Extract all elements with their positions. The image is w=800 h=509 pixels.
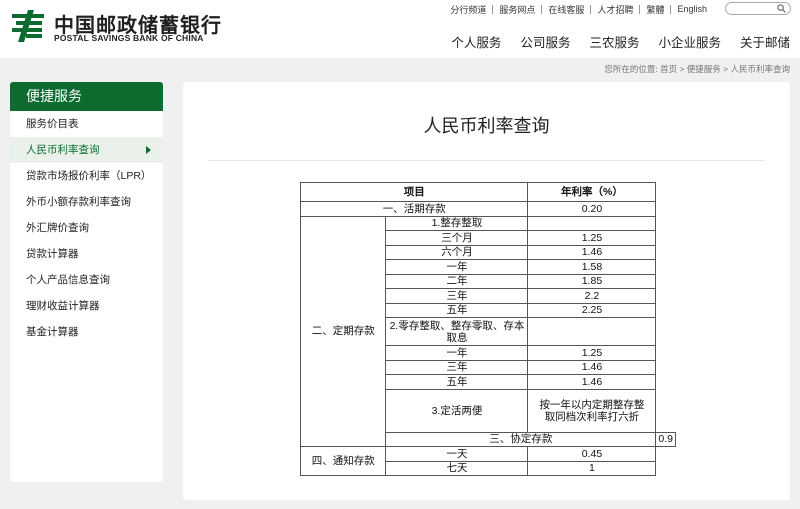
search-icon[interactable]: [777, 4, 786, 13]
sidebar-item-label: 基金计算器: [26, 326, 79, 338]
sidebar-item-label: 服务价目表: [26, 118, 79, 130]
row-term: 六个月: [385, 244, 529, 260]
top-links: 分行频道 服务网点 在线客服 人才招聘 繁體 English: [444, 2, 713, 16]
search-input[interactable]: [725, 2, 791, 15]
table-row: 一、活期存款 0.20: [299, 201, 676, 217]
sidebar-item-wealth-calculator[interactable]: 理财收益计算器: [10, 293, 163, 319]
row-term: 五年: [385, 302, 529, 318]
row-term: 二年: [385, 273, 529, 289]
sidebar: 便捷服务 服务价目表 人民币利率查询 贷款市场报价利率（LPR） 外币小额存款利…: [10, 82, 163, 482]
row-sub-label: 3.定活两便: [385, 388, 529, 433]
link-careers[interactable]: 人才招聘: [591, 3, 639, 16]
bank-logo[interactable]: 中国邮政储蓄银行 POSTAL SAVINGS BANK OF CHINA: [10, 8, 221, 48]
sidebar-item-label: 外汇牌价查询: [26, 222, 89, 234]
nav-small-business-services[interactable]: 小企业服务: [658, 32, 721, 51]
row-sub-label: 1.整存整取: [385, 215, 529, 231]
sidebar-item-label: 人民币利率查询: [26, 144, 100, 156]
row-rate: 1.85: [527, 273, 657, 289]
row-sub-label: 2.零存整取、整存零取、存本取息: [385, 317, 529, 346]
sidebar-item-lpr[interactable]: 贷款市场报价利率（LPR）: [10, 163, 163, 189]
row-term: 一年: [385, 345, 529, 361]
nav-corporate-services[interactable]: 公司服务: [520, 32, 570, 51]
row-term: 一天: [385, 446, 529, 462]
link-traditional-chinese[interactable]: 繁體: [640, 3, 670, 16]
sidebar-item-label: 贷款计算器: [26, 248, 79, 260]
header-item: 项目: [299, 182, 529, 202]
rate-table: 项目 年利率（%） 一、活期存款 0.20 二、定期存款 1.整存整取 三个月 1…: [299, 182, 676, 476]
row-rate: 1.25: [527, 230, 657, 246]
row-rate: [527, 215, 657, 231]
nav-rural-services[interactable]: 三农服务: [589, 32, 639, 51]
sidebar-item-product-info[interactable]: 个人产品信息查询: [10, 267, 163, 293]
row-rate: 1: [527, 460, 657, 476]
divider: [208, 160, 765, 161]
row-term: 三年: [385, 288, 529, 304]
sidebar-title: 便捷服务: [10, 82, 163, 111]
row-rate: 2.2: [527, 288, 657, 304]
row-group-label: 四、通知存款: [299, 446, 387, 476]
sidebar-item-label: 个人产品信息查询: [26, 274, 110, 286]
row-term: 七天: [385, 460, 529, 476]
row-rate: 0.9: [655, 431, 676, 447]
row-rate: 1.46: [527, 244, 657, 260]
row-rate: 按一年以内定期整存整取同档次利率打六折: [527, 388, 657, 433]
nav-about[interactable]: 关于邮储: [740, 32, 790, 51]
link-branch-channel[interactable]: 分行频道: [444, 3, 492, 16]
row-label: 三、协定存款: [385, 431, 657, 447]
row-rate: 1.25: [527, 345, 657, 361]
sidebar-item-label: 外币小额存款利率查询: [26, 196, 131, 208]
nav-personal-services[interactable]: 个人服务: [451, 32, 501, 51]
header-rate: 年利率（%）: [527, 182, 657, 202]
link-service-outlets[interactable]: 服务网点: [493, 3, 541, 16]
row-group-label: 二、定期存款: [299, 215, 387, 447]
site-header: 中国邮政储蓄银行 POSTAL SAVINGS BANK OF CHINA 分行…: [0, 0, 800, 58]
row-rate: 1.46: [527, 359, 657, 375]
sidebar-item-label: 理财收益计算器: [26, 300, 100, 312]
row-rate: 0.45: [527, 446, 657, 462]
sidebar-item-foreign-deposit-rates[interactable]: 外币小额存款利率查询: [10, 189, 163, 215]
row-term: 三年: [385, 359, 529, 375]
table-header-row: 项目 年利率（%）: [299, 182, 676, 202]
row-label: 一、活期存款: [299, 201, 529, 217]
row-rate: 1.58: [527, 259, 657, 275]
sidebar-item-rmb-rates[interactable]: 人民币利率查询: [10, 137, 163, 163]
row-rate: 2.25: [527, 302, 657, 318]
page-title: 人民币利率查询: [423, 116, 550, 136]
row-term: 一年: [385, 259, 529, 275]
psbc-logo-icon: [12, 10, 44, 42]
link-online-service[interactable]: 在线客服: [542, 3, 590, 16]
link-english[interactable]: English: [671, 4, 713, 14]
row-term: 五年: [385, 374, 529, 390]
row-rate: 0.20: [527, 201, 657, 217]
content-panel: 人民币利率查询 项目 年利率（%） 一、活期存款 0.20 二、定期存款 1.整…: [183, 82, 790, 500]
row-term: 三个月: [385, 230, 529, 246]
sidebar-item-price-list[interactable]: 服务价目表: [10, 111, 163, 137]
sidebar-item-exchange-rates[interactable]: 外汇牌价查询: [10, 215, 163, 241]
arrow-right-icon: [146, 146, 151, 154]
table-row: 二、定期存款 1.整存整取: [299, 215, 676, 447]
sidebar-item-loan-calculator[interactable]: 贷款计算器: [10, 241, 163, 267]
row-rate: [527, 317, 657, 346]
main-nav: 个人服务 公司服务 三农服务 小企业服务 关于邮储: [432, 32, 790, 51]
sidebar-item-fund-calculator[interactable]: 基金计算器: [10, 319, 163, 345]
row-rate: 1.46: [527, 374, 657, 390]
table-row: 四、通知存款 一天 0.45: [299, 446, 676, 476]
logo-english-name: POSTAL SAVINGS BANK OF CHINA: [54, 33, 204, 43]
sidebar-item-label: 贷款市场报价利率（LPR）: [26, 170, 152, 182]
breadcrumb: 您所在的位置: 首页 > 便捷服务 > 人民币利率查询: [604, 64, 790, 74]
